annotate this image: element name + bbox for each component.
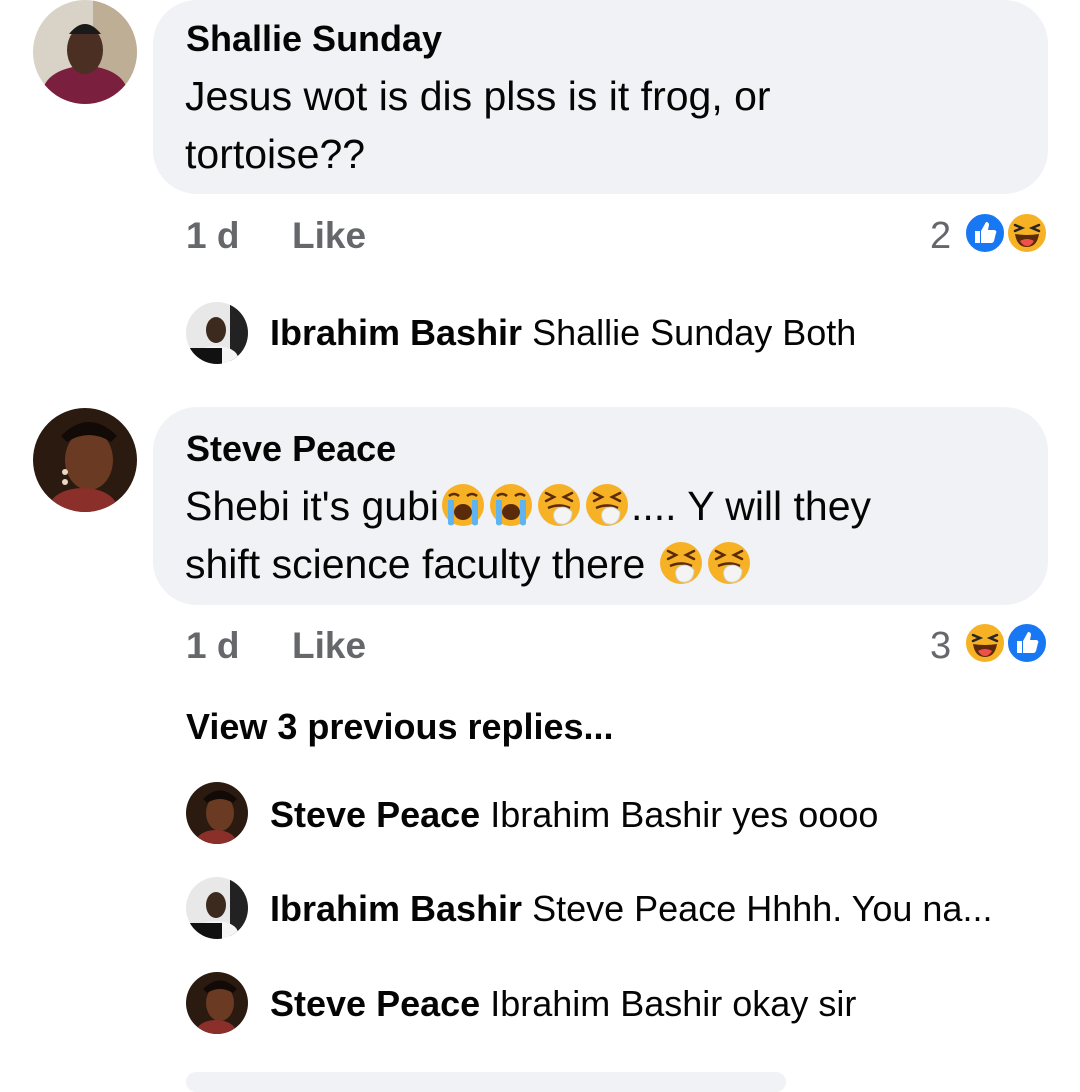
reply-author[interactable]: Steve Peace: [270, 983, 480, 1024]
comment-text-part: Shebi it's gubi: [185, 483, 439, 529]
laughing-icon[interactable]: [1006, 212, 1048, 254]
avatar-ibrahim-bashir[interactable]: [186, 302, 248, 364]
comment-text: Jesus wot is dis plss is it frog, or tor…: [185, 73, 771, 177]
reply: Ibrahim Bashir Steve Peace Hhhh. You na.…: [270, 889, 992, 929]
comment-author[interactable]: Shallie Sunday: [186, 19, 442, 59]
sneezing-icon: [584, 482, 630, 528]
reply: Ibrahim Bashir Shallie Sunday Both: [270, 313, 856, 353]
like-icon[interactable]: [1006, 622, 1048, 664]
sneezing-icon: [706, 540, 751, 586]
reaction-count[interactable]: 3: [930, 625, 951, 668]
comment-timestamp[interactable]: 1 d: [186, 215, 239, 257]
like-button[interactable]: Like: [292, 625, 366, 667]
reply-text: Shallie Sunday Both: [532, 312, 857, 353]
comment-text-part: .... Y will they: [631, 483, 872, 529]
reply-author[interactable]: Ibrahim Bashir: [270, 888, 522, 929]
crying-icon: [488, 482, 534, 528]
reply-text: Ibrahim Bashir okay sir: [490, 983, 857, 1024]
avatar-ibrahim-bashir[interactable]: [186, 877, 248, 939]
sneezing-icon: [658, 540, 703, 586]
avatar-steve-peace[interactable]: [186, 782, 248, 844]
comment-text-part: shift science faculty there: [185, 541, 646, 587]
reply: Steve Peace Ibrahim Bashir okay sir: [270, 984, 856, 1024]
avatar-steve-peace[interactable]: [33, 408, 137, 512]
reaction-count[interactable]: 2: [930, 215, 951, 258]
comment-author[interactable]: Steve Peace: [186, 429, 396, 469]
sneezing-icon: [536, 482, 582, 528]
next-comment-bubble-edge: [186, 1072, 786, 1092]
like-icon[interactable]: [964, 212, 1006, 254]
like-button[interactable]: Like: [292, 215, 366, 257]
laughing-icon[interactable]: [964, 622, 1006, 664]
reply-text: Ibrahim Bashir yes oooo: [490, 794, 879, 835]
comment-text: Shebi it's gubi .... Y will they shift sc…: [185, 477, 1015, 593]
avatar-steve-peace[interactable]: [186, 972, 248, 1034]
comment-timestamp[interactable]: 1 d: [186, 625, 239, 667]
reply-author[interactable]: Ibrahim Bashir: [270, 312, 522, 353]
crying-icon: [440, 482, 486, 528]
reply-author[interactable]: Steve Peace: [270, 794, 480, 835]
reply-text: Steve Peace Hhhh. You na...: [532, 888, 993, 929]
view-previous-replies-link[interactable]: View 3 previous replies...: [186, 706, 614, 748]
avatar-shallie-sunday[interactable]: [33, 0, 137, 104]
reply: Steve Peace Ibrahim Bashir yes oooo: [270, 795, 878, 835]
